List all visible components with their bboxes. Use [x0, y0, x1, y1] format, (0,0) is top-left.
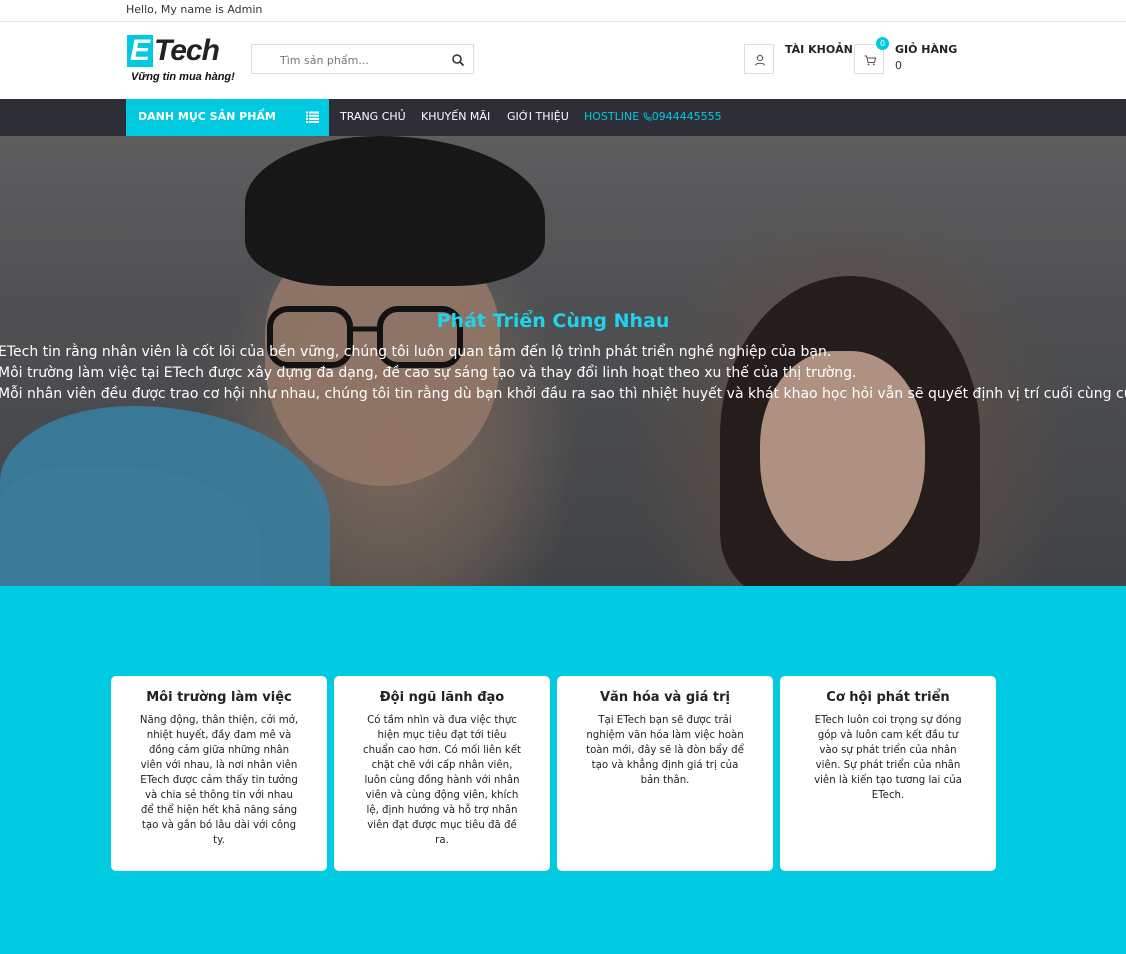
value-card-text: Có tầm nhìn và đưa việc thực hiện mục ti… — [363, 715, 521, 846]
cart-label[interactable]: GIỎ HÀNG — [895, 43, 957, 56]
search-input[interactable] — [280, 51, 440, 69]
phone-icon — [643, 112, 652, 121]
hero-text-line: Môi trường làm việc tại ETech được xây d… — [0, 365, 857, 381]
site-header: E Tech Vững tin mua hàng! TÀI KHOẢN 0 GI… — [0, 22, 1126, 99]
cart-icon — [864, 55, 877, 66]
logo-wordmark: Tech — [154, 34, 220, 67]
nav-link-about[interactable]: GIỚI THIỆU — [507, 110, 569, 123]
hotline-label: HOSTLINE — [584, 110, 640, 123]
account-label[interactable]: TÀI KHOẢN — [785, 43, 853, 56]
hotline[interactable]: HOSTLINE 0944445555 — [584, 110, 722, 123]
greeting-text: Hello, My name is Admin — [126, 3, 263, 16]
value-card-title: Đội ngũ lãnh đạo — [379, 690, 505, 705]
hero-title: Phát Triển Cùng Nhau — [436, 310, 670, 332]
hero-banner: Phát Triển Cùng Nhau ETech tin rằng nhân… — [0, 136, 1126, 586]
etech-logo[interactable]: E Tech Vững tin mua hàng! — [127, 34, 239, 87]
value-card-title: Cơ hội phát triển — [826, 690, 950, 705]
value-card: Văn hóa và giá trị Tại ETech bạn sẽ được… — [557, 676, 773, 871]
value-card: Đội ngũ lãnh đạo Có tầm nhìn và đưa việc… — [334, 676, 550, 871]
hotline-number: 0944445555 — [651, 110, 722, 123]
top-bar: Hello, My name is Admin — [0, 0, 1126, 22]
logo-mark: E — [127, 35, 153, 67]
logo-tagline: Vững tin mua hàng! — [131, 71, 235, 83]
nav-link-home[interactable]: TRANG CHỦ — [340, 110, 406, 123]
value-card-text: Tại ETech bạn sẽ được trải nghiệm văn hó… — [586, 715, 744, 786]
user-icon — [755, 54, 765, 66]
nav-link-promotions[interactable]: KHUYẾN MÃI — [421, 110, 490, 123]
value-card-text: Năng động, thân thiện, cởi mở, nhiệt huy… — [139, 715, 299, 846]
value-card-title: Văn hóa và giá trị — [599, 690, 730, 705]
account-button[interactable] — [744, 44, 774, 74]
list-icon — [306, 111, 319, 123]
hero-text-line: Mỗi nhân viên đều được trao cơ hội như n… — [0, 386, 1126, 402]
cart-count-badge: 0 — [876, 37, 889, 50]
main-nav: DANH MỤC SẢN PHẨM TRANG CHỦ KHUYẾN MÃI G… — [0, 99, 1126, 136]
category-menu-button[interactable]: DANH MỤC SẢN PHẨM — [126, 99, 329, 136]
value-card-text: ETech luôn coi trọng sự đóng góp và luôn… — [814, 715, 962, 801]
search-icon[interactable] — [451, 53, 465, 67]
value-card-title: Môi trường làm việc — [146, 690, 292, 705]
category-menu-label: DANH MỤC SẢN PHẨM — [138, 110, 276, 123]
values-section: Môi trường làm việc Năng động, thân thiệ… — [0, 586, 1126, 954]
value-card: Môi trường làm việc Năng động, thân thiệ… — [111, 676, 327, 871]
cart-item-count: 0 — [895, 59, 902, 72]
value-card: Cơ hội phát triển ETech luôn coi trọng s… — [780, 676, 996, 871]
search-box — [251, 44, 474, 74]
hero-text-line: ETech tin rằng nhân viên là cốt lõi của … — [0, 344, 832, 360]
